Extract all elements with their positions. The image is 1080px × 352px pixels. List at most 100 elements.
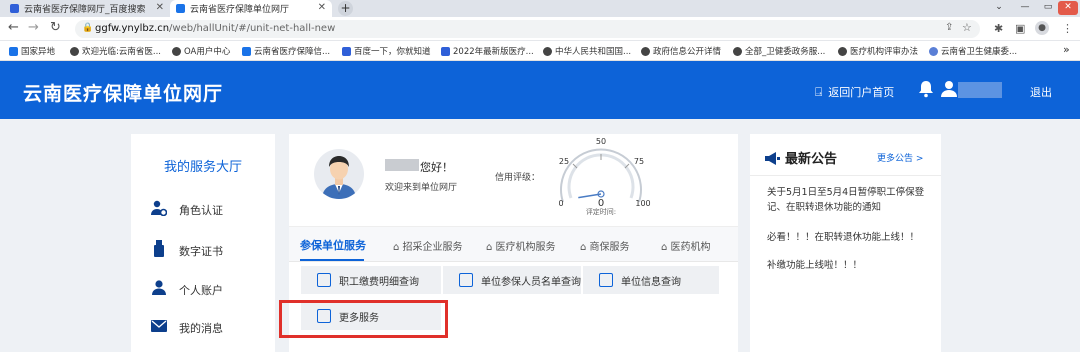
share-icon[interactable]: ⇪ bbox=[945, 22, 953, 33]
close-tab-icon[interactable]: ✕ bbox=[156, 2, 164, 13]
credit-rating-label: 信用评级： bbox=[495, 173, 541, 183]
bookmark-item[interactable]: 国家异地 bbox=[9, 45, 55, 57]
return-portal-link[interactable]: ⍈ 返回门户首页 bbox=[815, 84, 894, 100]
bookmark-item[interactable]: 云南省卫生健康委... bbox=[929, 45, 1017, 57]
tab-pharmacy-institutions[interactable]: ⌂ 医药机构 bbox=[661, 238, 711, 253]
bookmark-item[interactable]: 欢迎光临:云南省医... bbox=[70, 45, 161, 57]
lock-icon: 🔒 bbox=[82, 23, 94, 33]
baidu-paw-icon bbox=[342, 46, 351, 56]
reload-icon[interactable]: ↻ bbox=[50, 20, 61, 35]
more-bookmarks-button[interactable]: » bbox=[1063, 43, 1070, 56]
minimize-button[interactable]: — bbox=[1013, 1, 1037, 15]
return-portal-label: 返回门户首页 bbox=[828, 86, 895, 99]
sidebar-item-personal-account[interactable]: 个人账户 bbox=[151, 280, 223, 300]
url-text: ggfw.ynylbz.cn/web/hallUnit/#/unit-net-h… bbox=[95, 23, 335, 34]
site-header: 云南医疗保障单位网厅 ⍈ 返回门户首页 退出 bbox=[0, 61, 1080, 119]
close-tab-icon[interactable]: ✕ bbox=[318, 2, 326, 13]
new-tab-button[interactable]: + bbox=[338, 1, 353, 16]
extensions-icon[interactable]: ✱ bbox=[994, 22, 1003, 35]
gauge-tick-75: 75 bbox=[634, 157, 644, 166]
username-redacted bbox=[385, 159, 419, 171]
service-tabs: 参保单位服务 ⌂ 招采企业服务 ⌂ 医疗机构服务 ⌂ 商保服务 ⌂ 医药机构 bbox=[289, 226, 738, 262]
megaphone-icon bbox=[765, 150, 780, 169]
credit-rating-gauge: 50 25 75 0 100 0 评定时间: bbox=[541, 134, 661, 216]
forward-arrow-icon[interactable]: → bbox=[28, 20, 39, 35]
baidu-favicon-icon bbox=[10, 4, 19, 13]
announcements-panel: 最新公告 更多公告 > 关于5月1日至5月4日暂停职工停保登记、在职转退休功能的… bbox=[750, 134, 941, 352]
gauge-tick-50: 50 bbox=[596, 137, 606, 146]
bookmark-item[interactable]: 百度一下，你就知道 bbox=[342, 45, 431, 57]
tab-procurement-services[interactable]: ⌂ 招采企业服务 bbox=[393, 238, 463, 253]
sidebar-title: 我的服务大厅 bbox=[163, 160, 242, 175]
address-bar[interactable]: 🔒 ggfw.ynylbz.cn/web/hallUnit/#/unit-net… bbox=[75, 20, 980, 38]
side-panel-icon[interactable]: ▣ bbox=[1015, 22, 1025, 35]
sidebar-item-digital-cert[interactable]: 数字证书 bbox=[151, 240, 223, 262]
active-tab-indicator bbox=[300, 259, 364, 261]
baidu-paw-icon bbox=[441, 46, 450, 56]
username-redacted bbox=[958, 82, 1002, 98]
bookmark-favicon-icon bbox=[242, 46, 251, 56]
gauge-graphic: 50 25 75 0 100 0 评定时间: bbox=[558, 137, 650, 216]
tab-title: 云南省医疗保障单位网厅 bbox=[190, 5, 290, 15]
bookmarks-bar: 国家异地 欢迎光临:云南省医... OA用户中心 云南省医疗保障信... 百度一… bbox=[0, 41, 1080, 61]
bookmark-label: 医疗机构评审办法 bbox=[850, 47, 919, 57]
sidebar-item-my-messages[interactable]: 我的消息 bbox=[151, 320, 223, 336]
unit-insured-list-query-button[interactable]: 单位参保人员名单查询 bbox=[443, 266, 581, 294]
service-button-label: 单位参保人员名单查询 bbox=[481, 276, 581, 288]
document-icon bbox=[317, 273, 331, 287]
announcement-item[interactable]: 必看！！！在职转退休功能上线！！ bbox=[767, 230, 932, 245]
more-announcements-link[interactable]: 更多公告 > bbox=[877, 151, 923, 164]
logout-link[interactable]: 退出 bbox=[1030, 84, 1052, 100]
service-hall-sidebar: 我的服务大厅 角色认证 数字证书 个人账户 我的消息 bbox=[131, 134, 275, 352]
bookmark-item[interactable]: 中华人民共和国国... bbox=[543, 45, 631, 57]
browser-tab-current[interactable]: 云南省医疗保障单位网厅 ✕ bbox=[170, 0, 332, 17]
globe-icon bbox=[641, 46, 650, 56]
envelope-icon bbox=[151, 320, 167, 336]
bookmark-label: 百度一下，你就知道 bbox=[354, 47, 431, 57]
bookmark-star-icon[interactable]: ☆ bbox=[962, 21, 972, 34]
bookmark-item[interactable]: 政府信息公开详情 bbox=[641, 45, 721, 57]
unit-info-query-button[interactable]: 单位信息查询 bbox=[583, 266, 719, 294]
lock-icon: ⌂ bbox=[393, 242, 403, 253]
maximize-button[interactable]: ▭ bbox=[1036, 1, 1060, 15]
globe-icon bbox=[838, 46, 847, 56]
lock-icon: ⌂ bbox=[661, 242, 671, 253]
bookmark-label: 中华人民共和国国... bbox=[555, 47, 632, 57]
avatar-illustration bbox=[322, 156, 356, 199]
gauge-tick-25: 25 bbox=[559, 157, 569, 166]
user-icon[interactable] bbox=[941, 80, 957, 102]
tab-insured-unit-services[interactable]: 参保单位服务 bbox=[300, 237, 366, 253]
bookmark-item[interactable]: 全部_卫健委政务服... bbox=[733, 45, 825, 57]
user-gear-icon bbox=[151, 200, 168, 220]
url-host: ggfw.ynylbz.cn bbox=[95, 23, 170, 34]
bell-icon[interactable] bbox=[918, 80, 934, 102]
tab-medical-institution-services[interactable]: ⌂ 医疗机构服务 bbox=[486, 238, 556, 253]
sidebar-item-label: 个人账户 bbox=[179, 284, 223, 297]
back-arrow-icon[interactable]: ← bbox=[8, 20, 19, 35]
bookmark-item[interactable]: 医疗机构评审办法 bbox=[838, 45, 918, 57]
search-document-icon bbox=[459, 273, 473, 287]
annotation-highlight-box bbox=[279, 300, 448, 338]
lock-icon: ⌂ bbox=[580, 242, 590, 253]
browser-tab-baidu[interactable]: 云南省医疗保障网厅_百度搜索 ✕ bbox=[4, 0, 170, 17]
user-avatar bbox=[314, 149, 364, 199]
globe-icon bbox=[70, 46, 79, 56]
browser-tabstrip: 云南省医疗保障网厅_百度搜索 ✕ 云南省医疗保障单位网厅 ✕ + ⌄ — ▭ ✕ bbox=[0, 0, 1080, 17]
bookmark-item[interactable]: OA用户中心 bbox=[172, 45, 230, 57]
tab-search-button[interactable]: ⌄ bbox=[987, 1, 1011, 15]
close-window-button[interactable]: ✕ bbox=[1058, 1, 1078, 15]
announcement-item[interactable]: 关于5月1日至5月4日暂停职工停保登记、在职转退休功能的通知 bbox=[767, 185, 932, 215]
announcement-item[interactable]: 补缴功能上线啦！！！ bbox=[767, 258, 932, 273]
bookmark-item[interactable]: 2022年最新版医疗... bbox=[441, 45, 534, 57]
sidebar-item-role-auth[interactable]: 角色认证 bbox=[151, 200, 223, 220]
bookmark-label: 云南省卫生健康委... bbox=[941, 47, 1018, 57]
usb-key-icon bbox=[151, 240, 167, 262]
profile-icon[interactable]: ● bbox=[1035, 21, 1049, 35]
id-card-icon bbox=[599, 273, 613, 287]
gauge-tick-100: 100 bbox=[635, 199, 650, 208]
employee-payment-query-button[interactable]: 职工缴费明细查询 bbox=[301, 266, 441, 294]
bookmark-label: OA用户中心 bbox=[184, 47, 231, 57]
tab-commercial-insurance-services[interactable]: ⌂ 商保服务 bbox=[580, 238, 630, 253]
browser-menu-icon[interactable]: ⋮ bbox=[1062, 22, 1073, 35]
bookmark-item[interactable]: 云南省医疗保障信... bbox=[242, 45, 330, 57]
